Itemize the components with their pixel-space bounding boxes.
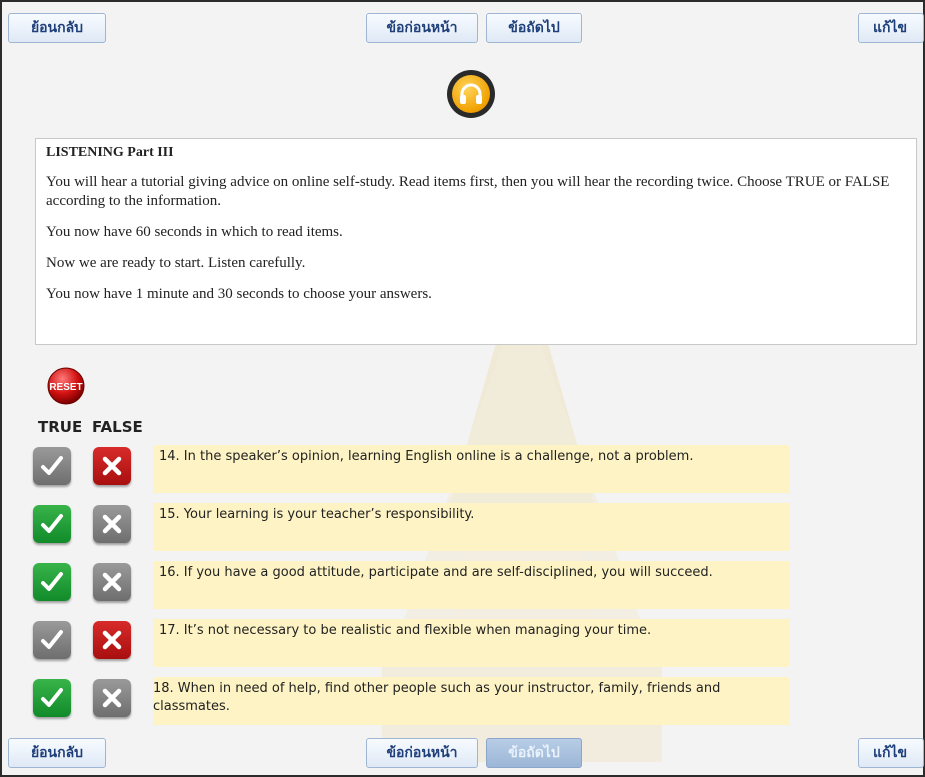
reset-label: RESET: [49, 382, 82, 393]
checkmark-icon: [41, 688, 63, 707]
x-mark-icon: [102, 572, 122, 592]
question-text: 17. It’s not necessary to be realistic a…: [153, 619, 790, 667]
x-mark-icon: [102, 630, 122, 650]
edit-button[interactable]: แก้ไข: [858, 13, 924, 43]
false-column-header: FALSE: [92, 418, 143, 436]
question-text: 16. If you have a good attitude, partici…: [153, 561, 790, 609]
back-button[interactable]: ย้อนกลับ: [8, 13, 106, 43]
checkmark-icon: [41, 514, 63, 533]
bottom-nav-bar: ย้อนกลับ ข้อก่อนหน้า ข้อถัดไป แก้ไข: [2, 735, 924, 773]
question-row: 16. If you have a good attitude, partici…: [2, 561, 923, 611]
false-toggle[interactable]: [93, 505, 131, 543]
top-nav-bar: ย้อนกลับ ข้อก่อนหน้า ข้อถัดไป แก้ไข: [2, 10, 924, 48]
headphones-icon: [460, 83, 482, 104]
checkmark-icon: [41, 456, 63, 475]
instruction-paragraph: You now have 1 minute and 30 seconds to …: [46, 286, 432, 302]
edit-button[interactable]: แก้ไข: [858, 738, 924, 768]
instruction-paragraph: You now have 60 seconds in which to read…: [46, 224, 343, 240]
false-toggle[interactable]: [93, 563, 131, 601]
question-row: 15. Your learning is your teacher’s resp…: [2, 503, 923, 553]
back-button[interactable]: ย้อนกลับ: [8, 738, 106, 768]
x-mark-icon: [102, 688, 122, 708]
checkmark-icon: [41, 572, 63, 591]
instructions-panel: LISTENING Part III You will hear a tutor…: [35, 138, 917, 345]
instruction-paragraph: Now we are ready to start. Listen carefu…: [46, 255, 306, 271]
true-toggle[interactable]: [33, 505, 71, 543]
false-toggle[interactable]: [93, 447, 131, 485]
next-item-button[interactable]: ข้อถัดไป: [486, 13, 582, 43]
false-toggle[interactable]: [93, 679, 131, 717]
false-toggle[interactable]: [93, 621, 131, 659]
question-row: 18. When in need of help, find other peo…: [2, 677, 923, 727]
true-toggle[interactable]: [33, 447, 71, 485]
previous-item-button[interactable]: ข้อก่อนหน้า: [366, 13, 478, 43]
reset-button[interactable]: RESET: [42, 365, 90, 405]
question-row: 14. In the speaker’s opinion, learning E…: [2, 445, 923, 495]
true-toggle[interactable]: [33, 621, 71, 659]
true-toggle[interactable]: [33, 563, 71, 601]
question-text: 18. When in need of help, find other peo…: [153, 677, 790, 725]
next-item-button[interactable]: ข้อถัดไป: [486, 738, 582, 768]
x-mark-icon: [102, 456, 122, 476]
x-mark-icon: [102, 514, 122, 534]
section-title: LISTENING Part III: [46, 145, 174, 160]
previous-item-button[interactable]: ข้อก่อนหน้า: [366, 738, 478, 768]
checkmark-icon: [41, 630, 63, 649]
question-text: 15. Your learning is your teacher’s resp…: [153, 503, 790, 551]
instruction-paragraph: You will hear a tutorial giving advice o…: [46, 174, 890, 209]
true-column-header: TRUE: [38, 418, 83, 436]
true-toggle[interactable]: [33, 679, 71, 717]
question-row: 17. It’s not necessary to be realistic a…: [2, 619, 923, 669]
audio-play-button[interactable]: [447, 70, 495, 118]
question-text: 14. In the speaker’s opinion, learning E…: [153, 445, 790, 493]
